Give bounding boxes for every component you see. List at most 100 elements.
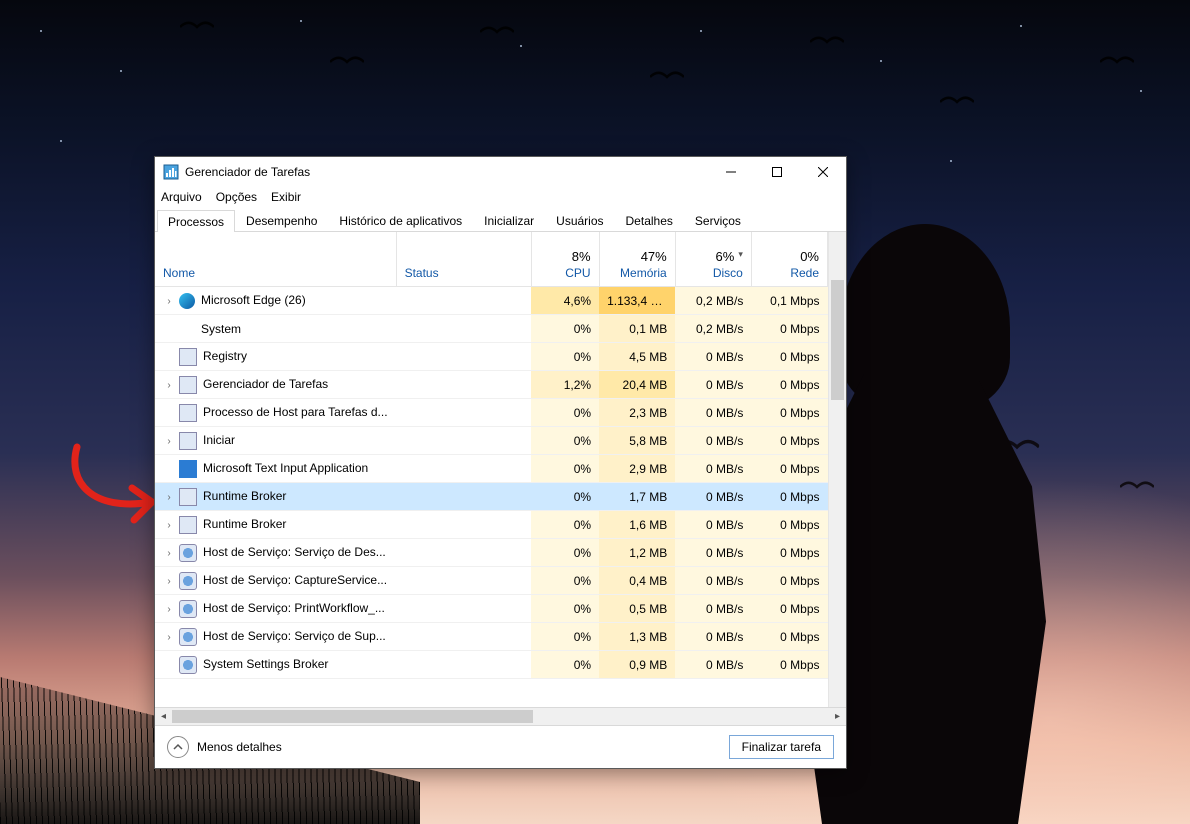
cell-mem: 1,6 MB bbox=[599, 511, 675, 539]
tab-services[interactable]: Serviços bbox=[684, 209, 752, 231]
table-row[interactable]: System Settings Broker0%0,9 MB0 MB/s0 Mb… bbox=[155, 651, 828, 679]
table-row[interactable]: Registry0%4,5 MB0 MB/s0 Mbps bbox=[155, 343, 828, 371]
vertical-scrollbar[interactable] bbox=[828, 232, 846, 707]
cell-mem: 4,5 MB bbox=[599, 343, 675, 371]
process-icon bbox=[179, 544, 197, 562]
cell-name: ›Iniciar bbox=[155, 427, 396, 455]
cell-status bbox=[396, 511, 531, 539]
expand-icon[interactable]: › bbox=[163, 632, 175, 643]
table-row[interactable]: Processo de Host para Tarefas d...0%2,3 … bbox=[155, 399, 828, 427]
table-row[interactable]: ›Runtime Broker0%1,7 MB0 MB/s0 Mbps bbox=[155, 483, 828, 511]
cell-status bbox=[396, 567, 531, 595]
table-row[interactable]: ›Runtime Broker0%1,6 MB0 MB/s0 Mbps bbox=[155, 511, 828, 539]
cell-mem: 1,2 MB bbox=[599, 539, 675, 567]
table-row[interactable]: ›Host de Serviço: PrintWorkflow_...0%0,5… bbox=[155, 595, 828, 623]
hscroll-right-icon[interactable]: ▸ bbox=[829, 708, 846, 725]
desktop-wallpaper: Gerenciador de Tarefas Arquivo Opções Ex… bbox=[0, 0, 1190, 824]
titlebar[interactable]: Gerenciador de Tarefas bbox=[155, 157, 846, 187]
expand-icon[interactable]: › bbox=[163, 296, 175, 307]
cell-name: Processo de Host para Tarefas d... bbox=[155, 399, 396, 427]
table-row[interactable]: ›Host de Serviço: Serviço de Sup...0%1,3… bbox=[155, 623, 828, 651]
table-row[interactable]: ›Gerenciador de Tarefas1,2%20,4 MB0 MB/s… bbox=[155, 371, 828, 399]
cell-mem: 0,5 MB bbox=[599, 595, 675, 623]
col-disk[interactable]: 6%▾Disco bbox=[675, 232, 751, 287]
process-icon bbox=[179, 348, 197, 366]
tab-details[interactable]: Detalhes bbox=[615, 209, 684, 231]
cell-status bbox=[396, 651, 531, 679]
expand-icon[interactable]: › bbox=[163, 492, 175, 503]
cell-mem: 0,1 MB bbox=[599, 315, 675, 343]
col-cpu[interactable]: 8%CPU bbox=[531, 232, 599, 287]
col-name[interactable]: Nome bbox=[155, 232, 396, 287]
col-net[interactable]: 0%Rede bbox=[751, 232, 827, 287]
cell-cpu: 0% bbox=[531, 595, 599, 623]
tab-startup[interactable]: Inicializar bbox=[473, 209, 545, 231]
tab-performance[interactable]: Desempenho bbox=[235, 209, 328, 231]
cell-mem: 5,8 MB bbox=[599, 427, 675, 455]
cell-cpu: 1,2% bbox=[531, 371, 599, 399]
cell-net: 0 Mbps bbox=[751, 651, 827, 679]
table-row[interactable]: Microsoft Text Input Application0%2,9 MB… bbox=[155, 455, 828, 483]
cell-disk: 0 MB/s bbox=[675, 595, 751, 623]
cell-status bbox=[396, 343, 531, 371]
process-icon bbox=[179, 656, 197, 674]
table-row[interactable]: ›Iniciar0%5,8 MB0 MB/s0 Mbps bbox=[155, 427, 828, 455]
table-row[interactable]: ›Host de Serviço: Serviço de Des...0%1,2… bbox=[155, 539, 828, 567]
cell-disk: 0 MB/s bbox=[675, 651, 751, 679]
expand-icon[interactable]: › bbox=[163, 380, 175, 391]
cell-disk: 0,2 MB/s bbox=[675, 287, 751, 315]
process-icon bbox=[179, 516, 197, 534]
chevron-up-icon bbox=[167, 736, 189, 758]
cell-name: Registry bbox=[155, 343, 396, 371]
hscroll-left-icon[interactable]: ◂ bbox=[155, 708, 172, 725]
col-mem[interactable]: 47%Memória bbox=[599, 232, 675, 287]
tab-processes[interactable]: Processos bbox=[157, 210, 235, 232]
tab-app-history[interactable]: Histórico de aplicativos bbox=[328, 209, 473, 231]
minimize-button[interactable] bbox=[708, 157, 754, 187]
table-row[interactable]: System0%0,1 MB0,2 MB/s0 Mbps bbox=[155, 315, 828, 343]
cell-name: ›Host de Serviço: CaptureService... bbox=[155, 567, 396, 595]
process-icon bbox=[179, 376, 197, 394]
expand-icon[interactable]: › bbox=[163, 520, 175, 531]
cell-name: ›Gerenciador de Tarefas bbox=[155, 371, 396, 399]
process-icon bbox=[179, 600, 197, 618]
maximize-button[interactable] bbox=[754, 157, 800, 187]
cell-name: ›Runtime Broker bbox=[155, 483, 396, 511]
vscroll-thumb[interactable] bbox=[831, 280, 844, 400]
table-row[interactable]: ›Microsoft Edge (26)4,6%1.133,4 MB0,2 MB… bbox=[155, 287, 828, 315]
expand-icon[interactable]: › bbox=[163, 576, 175, 587]
tab-users[interactable]: Usuários bbox=[545, 209, 614, 231]
cell-mem: 0,9 MB bbox=[599, 651, 675, 679]
expand-icon[interactable]: › bbox=[163, 548, 175, 559]
cell-status bbox=[396, 427, 531, 455]
process-icon bbox=[179, 293, 195, 309]
process-icon bbox=[179, 404, 197, 422]
cell-mem: 1,3 MB bbox=[599, 623, 675, 651]
end-task-button[interactable]: Finalizar tarefa bbox=[729, 735, 834, 759]
cell-status bbox=[396, 539, 531, 567]
hscroll-thumb[interactable] bbox=[172, 710, 533, 723]
cell-status bbox=[396, 483, 531, 511]
col-status[interactable]: Status bbox=[396, 232, 531, 287]
cell-cpu: 0% bbox=[531, 343, 599, 371]
cell-net: 0 Mbps bbox=[751, 567, 827, 595]
cell-mem: 20,4 MB bbox=[599, 371, 675, 399]
cell-disk: 0 MB/s bbox=[675, 427, 751, 455]
expand-icon[interactable]: › bbox=[163, 436, 175, 447]
horizontal-scrollbar[interactable]: ◂ ▸ bbox=[155, 707, 846, 725]
menu-view[interactable]: Exibir bbox=[271, 190, 301, 204]
cell-status bbox=[396, 623, 531, 651]
close-button[interactable] bbox=[800, 157, 846, 187]
expand-icon[interactable]: › bbox=[163, 604, 175, 615]
cell-disk: 0 MB/s bbox=[675, 483, 751, 511]
cell-net: 0 Mbps bbox=[751, 371, 827, 399]
menu-file[interactable]: Arquivo bbox=[161, 190, 202, 204]
fewer-details-button[interactable]: Menos detalhes bbox=[167, 736, 282, 758]
cell-disk: 0 MB/s bbox=[675, 567, 751, 595]
cell-disk: 0 MB/s bbox=[675, 623, 751, 651]
cell-mem: 2,9 MB bbox=[599, 455, 675, 483]
cell-net: 0 Mbps bbox=[751, 343, 827, 371]
menu-options[interactable]: Opções bbox=[216, 190, 257, 204]
cell-status bbox=[396, 371, 531, 399]
table-row[interactable]: ›Host de Serviço: CaptureService...0%0,4… bbox=[155, 567, 828, 595]
